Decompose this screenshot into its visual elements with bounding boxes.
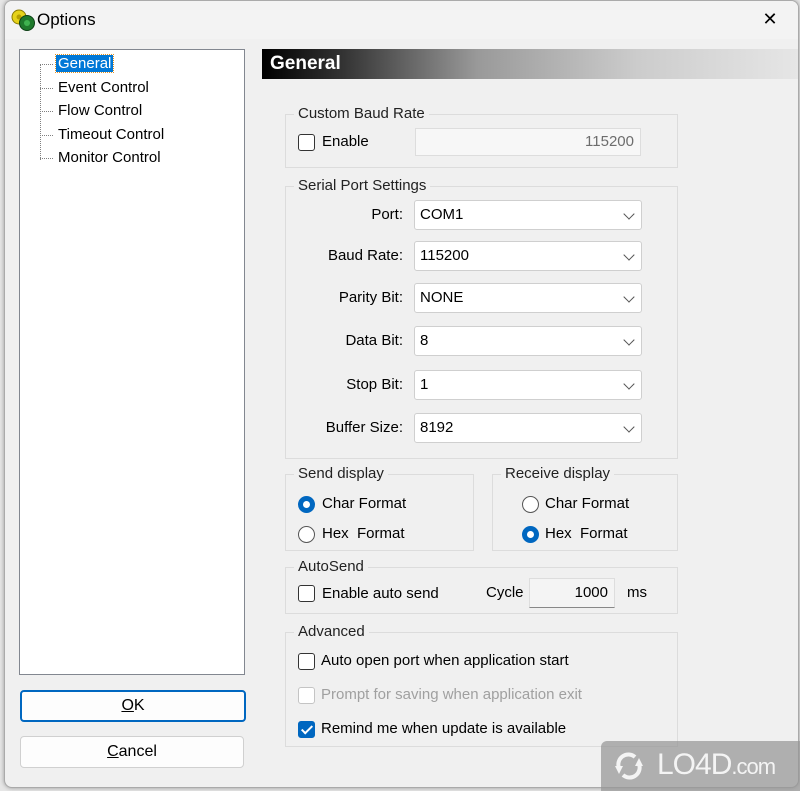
parity-bit-label: Parity Bit: <box>338 289 403 306</box>
advanced-group-label: Advanced <box>294 623 369 641</box>
cycle-unit: ms <box>627 584 647 601</box>
autosend-group: AutoSend Enable auto send Cycle 1000 ms <box>285 558 678 614</box>
autosend-group-label: AutoSend <box>294 558 368 576</box>
custom-baud-enable-label: Enable <box>322 133 369 150</box>
tree-item-general[interactable]: General <box>40 53 115 75</box>
port-select[interactable]: COM1 <box>414 200 642 230</box>
baud-rate-label: Baud Rate: <box>327 247 403 264</box>
receive-char-format-radio[interactable] <box>522 496 539 513</box>
custom-baud-enable-checkbox[interactable] <box>298 134 315 151</box>
chevron-down-icon <box>623 421 635 433</box>
receive-hex-format-label: Hex Format <box>545 525 628 542</box>
cancel-button[interactable]: Cancel <box>20 736 244 768</box>
auto-open-port-label: Auto open port when application start <box>321 652 569 669</box>
serial-port-group-label: Serial Port Settings <box>294 177 431 195</box>
lo4d-watermark: LO4D.com <box>601 741 800 791</box>
remind-update-checkbox[interactable] <box>298 721 315 738</box>
send-display-group-label: Send display <box>294 465 388 483</box>
custom-baud-group-label: Custom Baud Rate <box>294 105 429 123</box>
send-hex-format-label: Hex Format <box>322 525 405 542</box>
prompt-saving-label: Prompt for saving when application exit <box>321 686 582 703</box>
chevron-down-icon <box>623 334 635 346</box>
cycle-input[interactable]: 1000 <box>529 578 615 608</box>
gears-icon <box>11 9 35 31</box>
options-tree[interactable]: General Event Control Flow Control Timeo… <box>19 49 245 675</box>
prompt-saving-checkbox <box>298 687 315 704</box>
custom-baud-group: Custom Baud Rate Enable 115200 <box>285 105 678 168</box>
refresh-arrows-icon <box>615 752 643 780</box>
send-display-group: Send display Char Format Hex Format <box>285 465 474 551</box>
enable-auto-send-label: Enable auto send <box>322 585 439 602</box>
panel-title: General <box>262 49 798 79</box>
close-icon: ✕ <box>762 9 778 29</box>
enable-auto-send-checkbox[interactable] <box>298 585 315 602</box>
data-bit-label: Data Bit: <box>345 332 403 349</box>
receive-display-group-label: Receive display <box>501 465 615 483</box>
data-bit-select[interactable]: 8 <box>414 326 642 356</box>
tree-item-event-control[interactable]: Event Control <box>40 77 151 99</box>
send-hex-format-radio[interactable] <box>298 526 315 543</box>
auto-open-port-checkbox[interactable] <box>298 653 315 670</box>
stop-bit-label: Stop Bit: <box>346 376 403 393</box>
parity-bit-select[interactable]: NONE <box>414 283 642 313</box>
chevron-down-icon <box>623 378 635 390</box>
chevron-down-icon <box>623 249 635 261</box>
custom-baud-input[interactable]: 115200 <box>415 128 641 156</box>
baud-rate-select[interactable]: 115200 <box>414 241 642 271</box>
ok-button[interactable]: OK <box>20 690 246 722</box>
serial-port-group: Serial Port Settings Port: COM1 Baud Rat… <box>285 177 678 459</box>
tree-item-monitor-control[interactable]: Monitor Control <box>40 147 163 169</box>
window-title: Options <box>37 10 96 29</box>
send-char-format-label: Char Format <box>322 495 407 512</box>
remind-update-label: Remind me when update is available <box>321 720 567 737</box>
tree-item-timeout-control[interactable]: Timeout Control <box>40 124 166 146</box>
receive-display-group: Receive display Char Format Hex Format <box>492 465 678 551</box>
title-bar[interactable]: Options ✕ <box>5 1 798 39</box>
cycle-label: Cycle <box>486 584 524 601</box>
buffer-size-label: Buffer Size: <box>325 419 403 436</box>
buffer-size-select[interactable]: 8192 <box>414 413 642 443</box>
chevron-down-icon <box>623 291 635 303</box>
port-label: Port: <box>371 206 403 223</box>
receive-hex-format-radio[interactable] <box>522 526 539 543</box>
options-dialog: Options ✕ General Event Control Flow Con… <box>4 0 799 788</box>
stop-bit-select[interactable]: 1 <box>414 370 642 400</box>
tree-item-flow-control[interactable]: Flow Control <box>40 100 144 122</box>
send-char-format-radio[interactable] <box>298 496 315 513</box>
chevron-down-icon <box>623 208 635 220</box>
advanced-group: Advanced Auto open port when application… <box>285 623 678 747</box>
close-button[interactable]: ✕ <box>758 7 782 31</box>
receive-char-format-label: Char Format <box>545 495 630 512</box>
